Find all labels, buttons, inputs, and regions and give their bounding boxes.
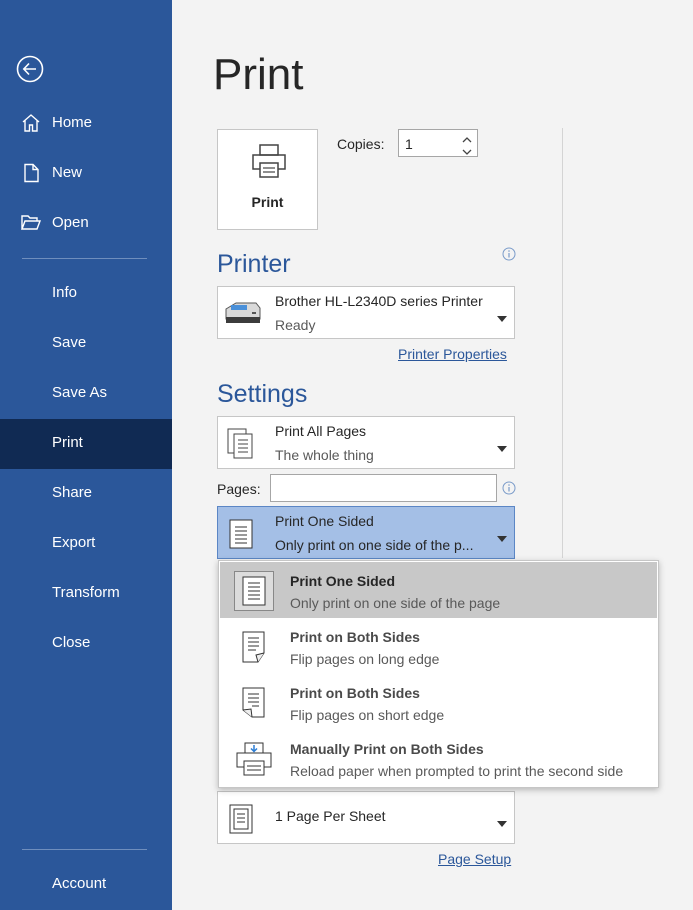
print-range-title: Print All Pages [275,423,367,439]
sidebar-item-print[interactable]: Print [0,419,172,469]
dropdown-arrow-icon [497,814,507,827]
duplex-menu: Print One Sided Only print on one side o… [218,560,659,788]
menu-option-subtitle: Flip pages on long edge [290,651,440,667]
page-setup-link[interactable]: Page Setup [438,851,511,867]
printer-status: Ready [275,317,316,333]
printer-heading: Printer [217,250,291,278]
menu-option-subtitle: Only print on one side of the page [290,595,501,611]
duplex-title: Print One Sided [275,513,374,529]
duplex-subtitle: Only print on one side of the p... [275,537,474,553]
menu-option-one-sided[interactable]: Print One Sided Only print on one side o… [220,562,657,618]
sidebar-item-new[interactable]: New [0,149,172,199]
page-title: Print [213,50,304,99]
one-sided-page-icon [226,517,256,551]
sidebar-divider [22,849,147,850]
menu-option-title: Print on Both Sides [290,685,420,701]
flip-long-edge-icon [234,627,274,667]
sidebar-item-save-as[interactable]: Save As [0,369,172,419]
print-button-label: Print [251,194,284,210]
sidebar-item-label: Print [52,434,83,451]
chevron-down-icon[interactable] [461,144,473,155]
pages-input[interactable] [270,474,497,502]
menu-option-both-long[interactable]: Print on Both Sides Flip pages on long e… [220,618,657,674]
printer-name: Brother HL-L2340D series Printer [275,293,483,309]
menu-option-subtitle: Flip pages on short edge [290,707,445,723]
sidebar-item-label: Save [52,334,87,351]
copies-value: 1 [405,136,413,152]
dropdown-arrow-icon [497,309,507,322]
chevron-up-icon[interactable] [461,132,473,143]
home-icon [20,112,42,134]
sidebar-item-export[interactable]: Export [0,519,172,569]
folder-open-icon [20,212,42,234]
sidebar-item-label: Transform [52,584,120,601]
print-range-subtitle: The whole thing [275,447,374,463]
sidebar-item-account[interactable]: Account [0,860,172,910]
one-sided-page-icon [234,571,274,611]
menu-option-manual[interactable]: Manually Print on Both Sides Reload pape… [220,730,657,786]
menu-option-title: Print One Sided [290,573,396,589]
pages-per-sheet-title: 1 Page Per Sheet [275,808,386,824]
printer-device-icon [222,299,262,327]
sidebar-item-label: Share [52,484,93,501]
copies-stepper[interactable]: 1 [398,129,478,157]
menu-option-both-short[interactable]: Print on Both Sides Flip pages on short … [220,674,657,730]
page-per-sheet-icon [226,802,256,836]
settings-heading: Settings [217,380,308,408]
menu-option-subtitle: Reload paper when prompted to print the … [290,763,624,779]
pages-label: Pages: [217,481,261,497]
pages-per-sheet-dropdown[interactable]: 1 Page Per Sheet [217,791,515,844]
sidebar-item-label: Export [52,534,96,551]
backstage-sidebar: Home New Open Info Save Save As Print Sh… [0,0,172,910]
copies-label: Copies: [337,136,385,152]
sidebar-item-label: Open [52,214,89,231]
sidebar-item-label: New [52,164,83,181]
sidebar-divider [22,258,147,259]
sidebar-item-close[interactable]: Close [0,619,172,669]
menu-option-title: Print on Both Sides [290,629,420,645]
sidebar-item-home[interactable]: Home [0,99,172,149]
dropdown-arrow-icon [497,439,507,452]
info-icon[interactable] [502,481,516,495]
back-arrow-icon[interactable] [16,55,44,83]
sidebar-item-open[interactable]: Open [0,199,172,249]
panel-divider [562,128,563,558]
printer-properties-link[interactable]: Printer Properties [398,346,507,362]
printer-dropdown[interactable]: Brother HL-L2340D series Printer Ready [217,286,515,339]
sidebar-item-label: Close [52,634,91,651]
sidebar-item-share[interactable]: Share [0,469,172,519]
print-button[interactable]: Print [217,129,318,230]
duplex-dropdown[interactable]: Print One Sided Only print on one side o… [217,506,515,559]
info-icon[interactable] [502,247,516,261]
all-pages-icon [226,427,256,461]
sidebar-item-save[interactable]: Save [0,319,172,369]
manual-duplex-printer-icon [234,739,274,779]
sidebar-item-transform[interactable]: Transform [0,569,172,619]
new-document-icon [20,162,42,184]
dropdown-arrow-icon [497,529,507,542]
printer-icon [250,142,288,185]
sidebar-item-info[interactable]: Info [0,269,172,319]
flip-short-edge-icon [234,683,274,723]
sidebar-item-label: Account [52,875,107,892]
sidebar-item-label: Home [52,114,93,131]
sidebar-item-label: Save As [52,384,108,401]
sidebar-item-label: Info [52,284,78,301]
menu-option-title: Manually Print on Both Sides [290,741,484,757]
print-range-dropdown[interactable]: Print All Pages The whole thing [217,416,515,469]
